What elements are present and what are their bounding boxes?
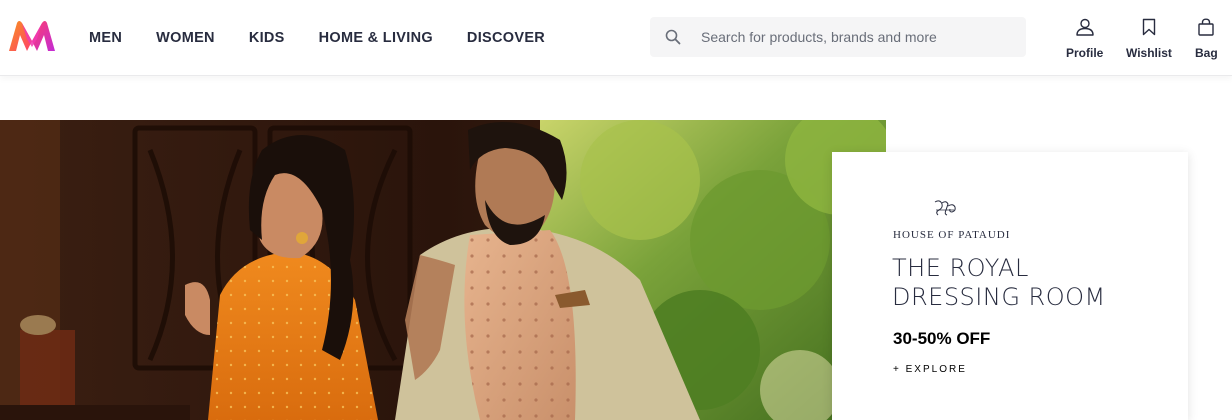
nav-men[interactable]: MEN bbox=[89, 30, 122, 46]
explore-link[interactable]: + EXPLORE bbox=[893, 364, 967, 375]
main-nav: MEN WOMEN KIDS HOME & LIVING DISCOVER bbox=[89, 0, 579, 76]
nav-home-living[interactable]: HOME & LIVING bbox=[319, 30, 433, 46]
search-input[interactable] bbox=[696, 17, 1026, 57]
bookmark-icon bbox=[1141, 18, 1157, 41]
nav-kids[interactable]: KIDS bbox=[249, 30, 285, 46]
house-of-pataudi-monogram-icon bbox=[932, 198, 958, 218]
headline-line-2: DRESSING ROOM bbox=[892, 283, 1106, 311]
profile-button[interactable]: Profile bbox=[1066, 18, 1103, 60]
offer-text: 30-50% OFF bbox=[893, 329, 991, 348]
wishlist-button[interactable]: Wishlist bbox=[1126, 18, 1172, 60]
hero-banner-image[interactable] bbox=[0, 120, 886, 420]
headline-line-1: THE ROYAL bbox=[892, 254, 1029, 282]
bag-button[interactable]: Bag bbox=[1195, 18, 1218, 60]
promo-headline: THE ROYAL DRESSING ROOM bbox=[892, 254, 1106, 312]
site-header: MEN WOMEN KIDS HOME & LIVING DISCOVER Pr… bbox=[0, 0, 1232, 76]
profile-label: Profile bbox=[1066, 46, 1104, 60]
bag-label: Bag bbox=[1195, 46, 1218, 60]
promo-card: HOUSE OF PATAUDI THE ROYAL DRESSING ROOM… bbox=[832, 152, 1188, 420]
brand-name: HOUSE OF PATAUDI bbox=[893, 229, 1011, 241]
nav-women[interactable]: WOMEN bbox=[156, 30, 215, 46]
profile-icon bbox=[1075, 18, 1095, 41]
myntra-logo-icon[interactable] bbox=[7, 19, 57, 55]
search-icon[interactable] bbox=[650, 17, 696, 57]
search-bar bbox=[650, 17, 1026, 57]
bag-icon bbox=[1197, 18, 1215, 41]
wishlist-label: Wishlist bbox=[1126, 46, 1172, 60]
nav-discover[interactable]: DISCOVER bbox=[467, 30, 545, 46]
